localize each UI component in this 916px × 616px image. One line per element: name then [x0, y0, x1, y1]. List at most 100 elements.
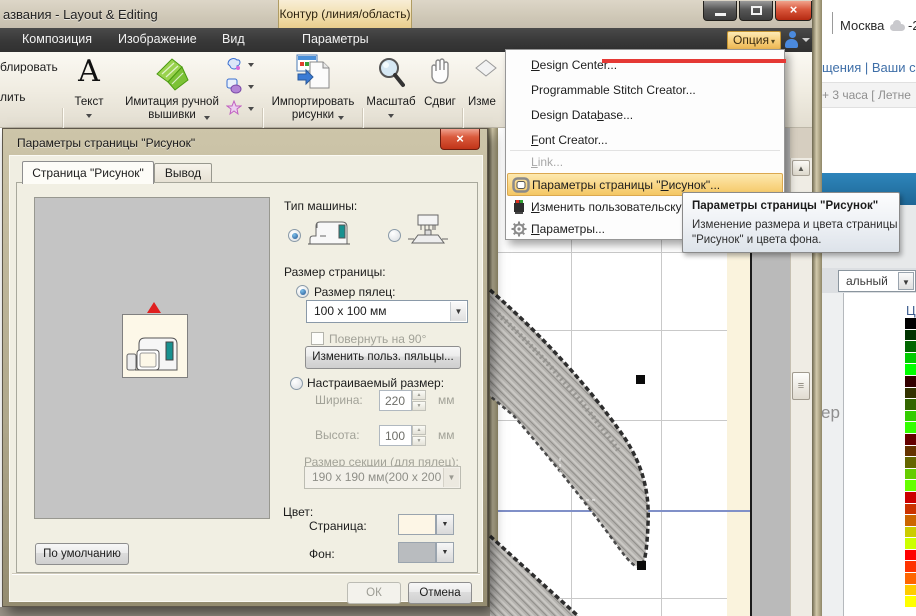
maximize-button[interactable] — [739, 1, 773, 21]
selection-handle[interactable] — [636, 375, 645, 384]
palette-swatch[interactable] — [905, 446, 916, 457]
tab-design-page[interactable]: Страница "Рисунок" — [22, 161, 154, 184]
palette-swatch[interactable] — [905, 376, 916, 387]
palette-swatch[interactable] — [905, 353, 916, 364]
scrollbar-corner — [790, 128, 812, 158]
palette-swatch[interactable] — [905, 469, 916, 480]
maximize-icon — [751, 6, 762, 15]
background-color-swatch[interactable] — [398, 542, 436, 563]
width-stepper[interactable]: ▲▼ — [412, 390, 426, 411]
shape-tool-1[interactable] — [226, 56, 258, 76]
document-tab[interactable]: Контур (линия/область) — [278, 0, 412, 28]
shape-tool-2[interactable] — [226, 78, 258, 98]
default-button[interactable]: По умолчанию — [35, 543, 129, 565]
height-value: 100 — [385, 429, 405, 443]
palette-swatch[interactable] — [905, 330, 916, 341]
background-color-dropdown[interactable]: ▼ — [436, 542, 454, 563]
pan-tool-button[interactable]: Сдвиг — [418, 54, 462, 126]
selection-handle[interactable] — [637, 561, 646, 570]
scrollbar-thumb[interactable]: ≡ — [792, 372, 810, 400]
rotation-marker-icon — [147, 302, 161, 313]
multi-needle-radio[interactable] — [388, 229, 401, 242]
height-stepper[interactable]: ▲▼ — [412, 425, 426, 446]
option-button-label: Опция — [733, 33, 769, 47]
tab-output[interactable]: Вывод — [154, 163, 212, 184]
palette-swatch[interactable] — [905, 515, 916, 526]
palette-swatch[interactable] — [905, 585, 916, 596]
menu-composition[interactable]: Композиция — [22, 32, 92, 46]
palette-swatch[interactable] — [905, 318, 916, 329]
palette-swatch[interactable] — [905, 573, 916, 584]
chevron-down-icon: ▼ — [443, 468, 459, 487]
palette-swatch[interactable] — [905, 538, 916, 549]
option-menu-button[interactable]: Опция▾ — [727, 31, 781, 50]
browser-links[interactable]: щения | Ваши со — [822, 60, 916, 75]
rotate-90-checkbox[interactable] — [311, 332, 324, 345]
palette-swatch[interactable] — [905, 411, 916, 422]
step-up-icon[interactable]: ▲ — [412, 425, 426, 435]
single-needle-radio[interactable] — [288, 229, 301, 242]
edit-custom-hoop-button[interactable]: Изменить польз. пяльцы... — [305, 346, 461, 369]
chevron-down-icon[interactable]: ▼ — [898, 272, 914, 290]
menu-image[interactable]: Изображение — [118, 32, 197, 46]
palette-swatch[interactable] — [905, 399, 916, 410]
palette-swatch[interactable] — [905, 341, 916, 352]
cut-label-delete[interactable]: лить — [0, 90, 25, 104]
page-size-label: Размер страницы: — [284, 265, 386, 279]
app-bottom-strip — [0, 607, 490, 616]
ok-button[interactable]: ОК — [347, 582, 401, 604]
user-account-icon[interactable] — [785, 31, 798, 48]
height-field[interactable]: 100 — [379, 425, 412, 446]
single-needle-machine-icon — [306, 217, 352, 247]
browser-combobox[interactable]: альный ▼ — [838, 270, 916, 292]
color-label: Цвет: — [283, 505, 313, 519]
palette-swatch[interactable] — [905, 504, 916, 515]
width-field[interactable]: 220 — [379, 390, 412, 411]
hoop-size-combobox[interactable]: 100 x 100 мм ▼ — [306, 300, 468, 323]
close-button[interactable]: × — [775, 1, 812, 21]
menu-item-design-database[interactable]: Design Database... — [507, 103, 783, 128]
menu-parameters[interactable]: Параметры — [302, 32, 369, 46]
palette-swatch[interactable] — [905, 422, 916, 433]
scroll-up-button[interactable]: ▲ — [792, 160, 810, 176]
hoop-size-radio[interactable] — [296, 285, 309, 298]
rotate-90-label: Повернуть на 90° — [329, 332, 426, 346]
minimize-button[interactable] — [703, 1, 737, 21]
palette-swatch[interactable] — [905, 596, 916, 607]
zoom-tool-button[interactable]: Масштаб — [366, 54, 416, 126]
palette-swatch[interactable] — [905, 492, 916, 503]
shape-tool-3[interactable] — [226, 100, 258, 120]
dialog-close-button[interactable]: × — [440, 129, 480, 150]
width-unit: мм — [438, 393, 455, 407]
text-tool-button[interactable]: A Текст — [66, 54, 112, 126]
custom-size-radio[interactable] — [290, 377, 303, 390]
step-up-icon[interactable]: ▲ — [412, 390, 426, 400]
palette-swatch[interactable] — [905, 527, 916, 538]
menu-view[interactable]: Вид — [222, 32, 245, 46]
menu-item-stitch-creator[interactable]: Programmable Stitch Creator... — [507, 78, 783, 103]
timezone-strip: + 3 часа [ Летне — [820, 82, 916, 108]
palette-swatch[interactable] — [905, 434, 916, 445]
step-down-icon[interactable]: ▼ — [412, 401, 426, 411]
palette-swatch[interactable] — [905, 457, 916, 468]
page-color-dropdown[interactable]: ▼ — [436, 514, 454, 535]
edit-tool-button[interactable]: Изме — [466, 54, 506, 126]
step-down-icon[interactable]: ▼ — [412, 436, 426, 446]
import-image-icon — [296, 54, 332, 90]
page-color-swatch[interactable] — [398, 514, 436, 535]
palette-swatch[interactable] — [905, 364, 916, 375]
screen: Москва -23 щения | Ваши со + 3 часа [ Ле… — [0, 0, 916, 616]
app-titlebar[interactable]: азвания - Layout & Editing Контур (линия… — [0, 0, 822, 28]
import-images-button[interactable]: Импортировать рисунки — [268, 54, 358, 126]
menu-item-design-center[interactable]: Design Center... — [507, 53, 783, 78]
palette-swatch[interactable] — [905, 561, 916, 572]
palette-swatch[interactable] — [905, 480, 916, 491]
magnifier-icon — [377, 56, 405, 90]
palette-swatch[interactable] — [905, 388, 916, 399]
palette-swatch[interactable] — [905, 550, 916, 561]
cancel-button[interactable]: Отмена — [408, 582, 472, 604]
cut-label-duplicate[interactable]: блировать — [0, 60, 58, 74]
chevron-down-icon[interactable] — [802, 38, 810, 42]
chevron-down-icon[interactable]: ▼ — [450, 302, 466, 321]
chevron-down-icon: ▾ — [771, 33, 775, 50]
